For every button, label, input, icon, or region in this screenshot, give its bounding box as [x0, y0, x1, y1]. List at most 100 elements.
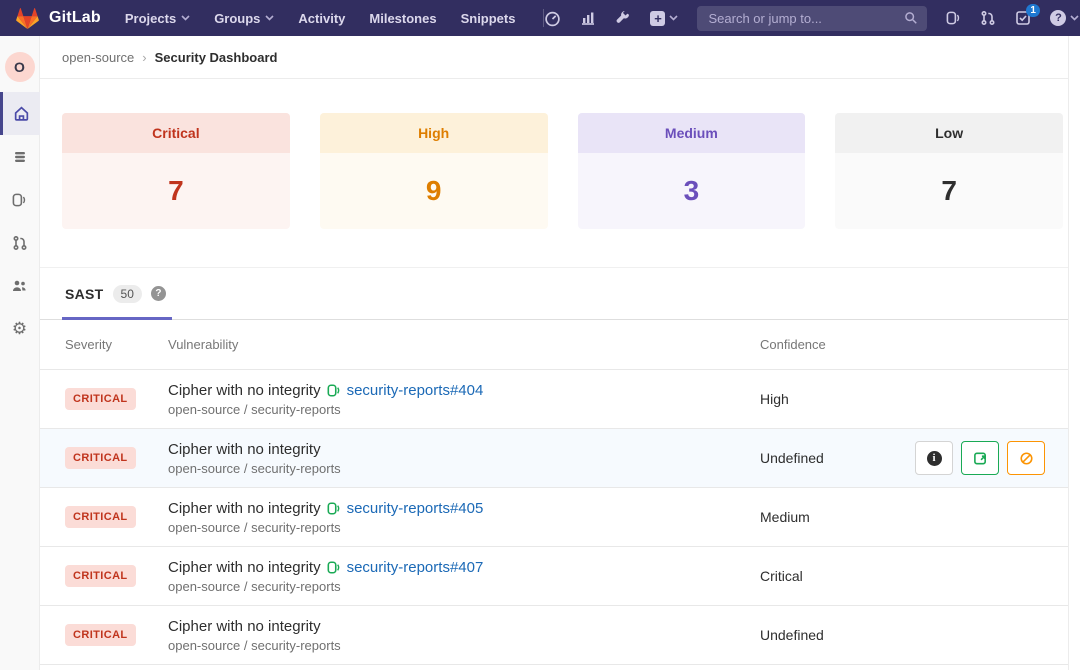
sidebar-item-issues[interactable] [0, 178, 40, 221]
vulnerability-title-line: Cipher with no integrity [168, 441, 760, 458]
search-input[interactable] [706, 10, 898, 27]
merge-requests-icon [12, 235, 28, 251]
nav-groups[interactable]: Groups [214, 11, 274, 26]
severity-cell: CRITICAL [65, 565, 168, 587]
nav-projects-label: Projects [125, 11, 176, 26]
sidebar-item-epics[interactable] [0, 135, 40, 178]
main-content: open-source › Security Dashboard Critica… [40, 36, 1068, 670]
nav-milestones[interactable]: Milestones [369, 11, 436, 26]
group-avatar[interactable]: O [5, 52, 35, 82]
vulnerability-cell: Cipher with no integrity open-source / s… [168, 441, 760, 476]
issue-link-wrap: security-reports#405 [327, 500, 484, 517]
issue-link[interactable]: security-reports#407 [347, 559, 484, 576]
create-issue-icon [973, 451, 988, 466]
issues-icon[interactable] [946, 10, 961, 26]
sidebar-item-settings[interactable]: ⚙ [0, 307, 40, 350]
merge-requests-icon[interactable] [980, 10, 996, 26]
issue-link[interactable]: security-reports#405 [347, 500, 484, 517]
issue-created-icon [327, 501, 341, 516]
confidence-cell: Undefined i [760, 441, 1068, 475]
project-path: open-source / security-reports [168, 520, 760, 535]
tab-sast[interactable]: SAST 50 ? [65, 268, 166, 319]
summary-card-label: Medium [578, 113, 806, 153]
help-icon: ? [1050, 10, 1066, 26]
breadcrumb-page-title: Security Dashboard [155, 50, 278, 65]
column-header-confidence: Confidence [760, 337, 1068, 352]
severity-badge: CRITICAL [65, 624, 136, 646]
admin-wrench-icon[interactable] [615, 10, 631, 26]
confidence-cell: Critical [760, 568, 1068, 584]
vulnerability-row[interactable]: CRITICAL Cipher with no integrity securi… [40, 487, 1068, 546]
vulnerability-title-line: Cipher with no integrity security-report… [168, 382, 760, 399]
issue-link[interactable]: security-reports#404 [347, 382, 484, 399]
vulnerability-title: Cipher with no integrity [168, 382, 321, 399]
create-issue-button[interactable] [961, 441, 999, 475]
top-navbar: GitLab Projects Groups Activity Mileston… [0, 0, 1080, 36]
vulnerability-info-button[interactable]: i [915, 441, 953, 475]
nav-projects[interactable]: Projects [125, 11, 190, 26]
column-header-vulnerability: Vulnerability [168, 337, 760, 352]
brand-title[interactable]: GitLab [49, 9, 101, 27]
vulnerability-row[interactable]: CRITICAL Cipher with no integrity open-s… [40, 428, 1068, 487]
issues-icon [12, 192, 27, 208]
scrollbar-track[interactable] [1068, 36, 1080, 670]
members-icon [11, 278, 28, 294]
confidence-value: Undefined [760, 627, 824, 643]
chevron-down-icon [181, 15, 190, 21]
charts-icon[interactable] [580, 10, 596, 26]
vulnerability-cell: Cipher with no integrity security-report… [168, 500, 760, 535]
vulnerability-title-line: Cipher with no integrity security-report… [168, 500, 760, 517]
vulnerability-title: Cipher with no integrity [168, 559, 321, 576]
new-menu-button[interactable]: + [650, 11, 678, 26]
summary-card-low: Low 7 [835, 113, 1063, 229]
row-actions: i [915, 441, 1045, 475]
breadcrumb-group-link[interactable]: open-source [62, 50, 134, 65]
confidence-value: High [760, 391, 789, 407]
tab-sast-count-badge: 50 [113, 285, 142, 303]
gear-icon: ⚙ [12, 320, 27, 337]
issue-created-icon [327, 383, 341, 398]
chevron-down-icon [1070, 15, 1079, 21]
left-sidebar: O ⚙ [0, 36, 40, 670]
vulnerability-row[interactable]: CRITICAL Cipher with no integrity securi… [40, 546, 1068, 605]
severity-cell: CRITICAL [65, 506, 168, 528]
vulnerability-row[interactable]: CRITICAL Cipher with no integrity open-s… [40, 605, 1068, 664]
project-path: open-source / security-reports [168, 461, 760, 476]
summary-card-count: 7 [62, 153, 290, 229]
nav-snippets[interactable]: Snippets [461, 11, 516, 26]
vulnerability-cell: Cipher with no integrity security-report… [168, 382, 760, 417]
severity-cell: CRITICAL [65, 624, 168, 646]
sidebar-item-overview[interactable] [0, 92, 40, 135]
summary-card-high: High 9 [320, 113, 548, 229]
search-icon [904, 11, 918, 25]
summary-card-count: 7 [835, 153, 1063, 229]
home-icon [13, 105, 30, 122]
help-question-icon[interactable]: ? [151, 286, 166, 301]
nav-groups-label: Groups [214, 11, 260, 26]
severity-cell: CRITICAL [65, 388, 168, 410]
nav-activity[interactable]: Activity [298, 11, 345, 26]
gitlab-logo-icon[interactable] [16, 7, 39, 29]
sidebar-item-members[interactable] [0, 264, 40, 307]
primary-nav: Projects Groups Activity Milestones Snip… [125, 11, 516, 26]
vulnerability-cell: Cipher with no integrity security-report… [168, 559, 760, 594]
summary-card-count: 3 [578, 153, 806, 229]
sidebar-item-merge-requests[interactable] [0, 221, 40, 264]
navbar-right: + 1 ? [544, 6, 1079, 31]
info-icon: i [927, 451, 942, 466]
breadcrumb-separator: › [142, 50, 146, 65]
project-path: open-source / security-reports [168, 579, 760, 594]
dismiss-vulnerability-button[interactable] [1007, 441, 1045, 475]
todos-icon[interactable]: 1 [1015, 10, 1031, 26]
vulnerability-row[interactable]: CRITICAL Cipher with no integrity securi… [40, 369, 1068, 428]
summary-card-label: Critical [62, 113, 290, 153]
global-search[interactable] [697, 6, 927, 31]
severity-summary-cards: Critical 7 High 9 Medium 3 Low 7 [62, 113, 1063, 229]
stack-icon [12, 149, 28, 165]
vulnerability-list: CRITICAL Cipher with no integrity securi… [40, 369, 1068, 665]
gitlab-security-dashboard: GitLab Projects Groups Activity Mileston… [0, 0, 1080, 670]
dashboard-gauge-icon[interactable] [544, 10, 561, 27]
help-menu-button[interactable]: ? [1050, 10, 1079, 26]
confidence-value: Critical [760, 568, 803, 584]
summary-card-medium: Medium 3 [578, 113, 806, 229]
